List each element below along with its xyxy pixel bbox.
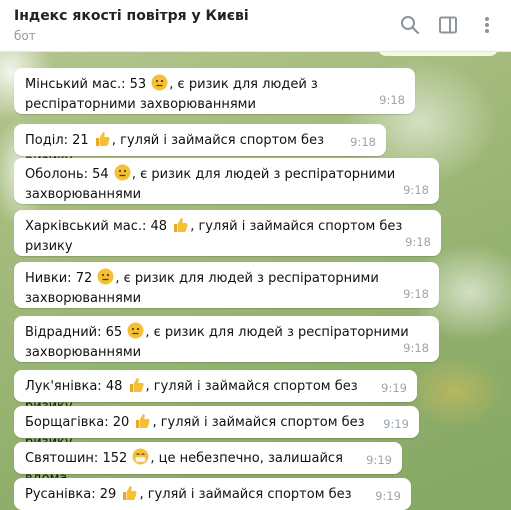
- message-bubble[interactable]: Борщагівка: 20 , гуляй і займайся спорто…: [14, 406, 419, 450]
- message-time: 9:19: [381, 381, 407, 395]
- message-time: 9:19: [375, 489, 401, 503]
- message-bubble[interactable]: Русанівка: 29 , гуляй і займайся спортом…: [14, 478, 411, 510]
- message-time: 9:18: [403, 287, 429, 301]
- message-time: 9:19: [383, 417, 409, 431]
- message-text: Мінський мас.: 53 , є ризик для людей з …: [25, 74, 385, 115]
- chat-title[interactable]: Індекс якості повітря у Києві: [14, 8, 249, 24]
- more-vertical-icon[interactable]: [476, 14, 498, 36]
- chat-subtitle: бот: [14, 29, 36, 43]
- thumbs-up-emoji: [172, 216, 189, 233]
- sidebar-toggle-icon[interactable]: [437, 14, 459, 36]
- message-time: 9:19: [366, 453, 392, 467]
- thumbs-up-emoji: [121, 484, 138, 501]
- outgoing-message-edge[interactable]: [378, 52, 498, 56]
- message-bubble[interactable]: Нивки: 72 , є ризик для людей з респірат…: [14, 262, 439, 308]
- message-bubble[interactable]: Поділ: 21 , гуляй і займайся спортом без…: [14, 124, 386, 168]
- message-list[interactable]: Мінський мас.: 53 , є ризик для людей з …: [0, 52, 511, 510]
- message-text: Відрадний: 65 , є ризик для людей з респ…: [25, 322, 409, 363]
- message-bubble[interactable]: Оболонь: 54 , є ризик для людей з респір…: [14, 158, 439, 204]
- message-bubble[interactable]: Мінський мас.: 53 , є ризик для людей з …: [14, 68, 415, 114]
- message-bubble[interactable]: Лук'янівка: 48 , гуляй і займайся спорто…: [14, 370, 417, 414]
- message-bubble[interactable]: Харківський мас.: 48 , гуляй і займайся …: [14, 210, 441, 256]
- message-time: 9:18: [405, 235, 431, 249]
- message-bubble[interactable]: Святошин: 152 , це небезпечно, залишайся…: [14, 442, 402, 486]
- neutral-face-emoji: [151, 74, 168, 91]
- search-icon[interactable]: [399, 14, 421, 36]
- mask-face-emoji: [132, 448, 149, 465]
- thumbs-up-emoji: [94, 130, 111, 147]
- message-bubble[interactable]: Відрадний: 65 , є ризик для людей з респ…: [14, 316, 439, 362]
- neutral-face-emoji: [127, 322, 144, 339]
- message-time: 9:18: [403, 341, 429, 355]
- thumbs-up-emoji: [134, 412, 151, 429]
- message-text: Харківський мас.: 48 , гуляй і займайся …: [25, 216, 411, 257]
- chat-header: Індекс якості повітря у Києві бот: [0, 0, 511, 52]
- message-text: Русанівка: 29 , гуляй і займайся спортом…: [25, 484, 381, 510]
- message-text: Оболонь: 54 , є ризик для людей з респір…: [25, 164, 409, 205]
- message-time: 9:18: [379, 93, 405, 107]
- thumbs-up-emoji: [128, 376, 145, 393]
- message-time: 9:18: [350, 135, 376, 149]
- message-text: Нивки: 72 , є ризик для людей з респірат…: [25, 268, 409, 309]
- neutral-face-emoji: [114, 164, 131, 181]
- neutral-face-emoji: [97, 268, 114, 285]
- message-time: 9:18: [403, 183, 429, 197]
